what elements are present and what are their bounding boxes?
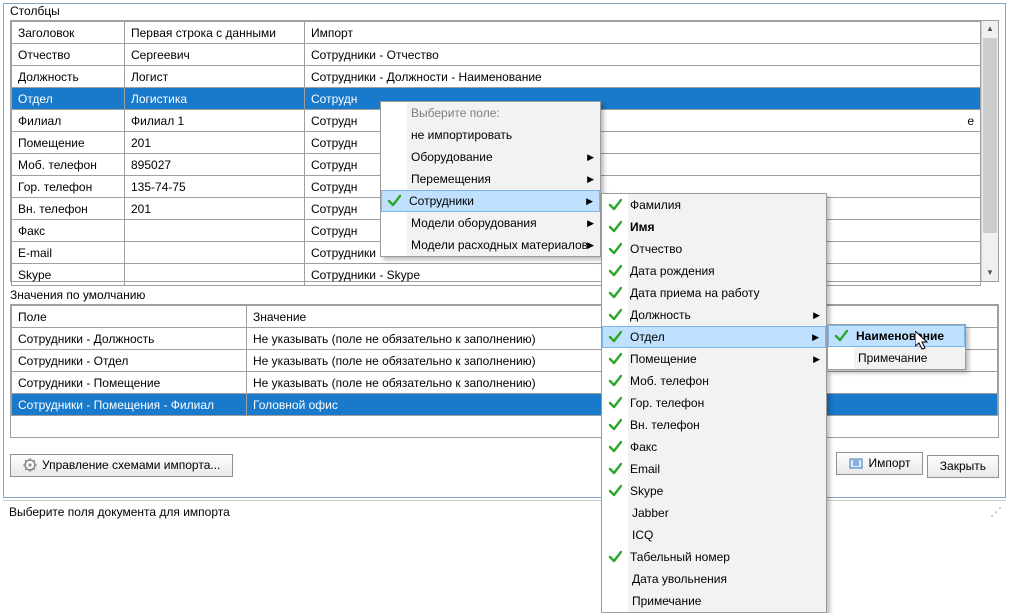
import-icon [849,456,863,470]
button-label: Импорт [868,456,910,470]
submenu-arrow-icon: ▶ [587,218,594,229]
context-menu-level3[interactable]: НаименованиеПримечание [827,324,966,370]
context-menu-title: Выберите поле: [381,102,600,124]
context-menu-item[interactable]: Примечание [602,590,826,612]
context-menu-item[interactable]: не импортировать [381,124,600,146]
submenu-arrow-icon: ▶ [813,354,820,365]
context-menu-item[interactable]: Помещение▶ [602,348,826,370]
check-icon [387,194,401,208]
col-header[interactable]: Импорт [305,22,981,44]
check-icon [608,396,622,410]
import-button[interactable]: Импорт [836,452,923,475]
close-button[interactable]: Закрыть [927,455,999,478]
context-menu-item[interactable]: Оборудование▶ [381,146,600,168]
context-menu-item[interactable]: Дата приема на работу [602,282,826,304]
submenu-arrow-icon: ▶ [813,310,820,321]
manage-schemes-button[interactable]: Управление схемами импорта... [10,454,233,477]
check-icon [608,440,622,454]
table-row[interactable]: Сотрудники - Помещения - ФилиалГоловной … [12,394,998,416]
context-menu-item[interactable]: Модели расходных материалов▶ [381,234,600,256]
check-icon [608,220,622,234]
check-icon [608,374,622,388]
context-menu-item[interactable]: Отчество [602,238,826,260]
check-icon [608,352,622,366]
button-label: Закрыть [940,459,986,473]
submenu-arrow-icon: ▶ [587,174,594,185]
col-header[interactable]: Заголовок [12,22,125,44]
vertical-scrollbar[interactable] [981,21,998,281]
context-menu-item[interactable]: ICQ [602,524,826,546]
context-menu-item[interactable]: Вн. телефон [602,414,826,436]
check-icon [608,462,622,476]
table-row[interactable]: ДолжностьЛогистСотрудники - Должности - … [12,66,981,88]
table-row[interactable]: SkypeСотрудники - Skype [12,264,981,286]
context-menu-item[interactable]: Факс [602,436,826,458]
context-menu-item[interactable]: Имя [602,216,826,238]
table-row[interactable]: Сотрудники - ПомещениеНе указывать (поле… [12,372,998,394]
button-label: Управление схемами импорта... [42,458,220,472]
check-icon [608,264,622,278]
check-icon [834,329,848,343]
context-menu-item[interactable]: Перемещения▶ [381,168,600,190]
check-icon [608,484,622,498]
check-icon [608,308,622,322]
context-menu-item[interactable]: Email [602,458,826,480]
check-icon [608,330,622,344]
context-menu-item[interactable]: Фамилия [602,194,826,216]
check-icon [608,198,622,212]
context-menu-level1[interactable]: Выберите поле:не импортироватьОборудован… [380,101,601,257]
table-row[interactable]: ОтчествоСергеевичСотрудники - Отчество [12,44,981,66]
columns-label: Столбцы [4,4,1005,20]
context-menu-item[interactable]: Примечание [828,347,965,369]
context-menu-item[interactable]: Наименование [828,325,965,347]
gear-icon [23,458,37,472]
context-menu-item[interactable]: Дата рождения [602,260,826,282]
context-menu-item[interactable]: Табельный номер [602,546,826,568]
context-menu-item[interactable]: Skype [602,480,826,502]
check-icon [608,418,622,432]
submenu-arrow-icon: ▶ [587,152,594,163]
context-menu-item[interactable]: Jabber [602,502,826,524]
check-icon [608,550,622,564]
resize-grip-icon[interactable]: ⋰ [990,505,1000,519]
context-menu-item[interactable]: Моб. телефон [602,370,826,392]
context-menu-item[interactable]: Сотрудники▶ [381,190,600,212]
context-menu-level2[interactable]: ФамилияИмяОтчествоДата рожденияДата прие… [601,193,827,613]
context-menu-item[interactable]: Дата увольнения [602,568,826,590]
check-icon [608,286,622,300]
status-text: Выберите поля документа для импорта [9,505,230,519]
submenu-arrow-icon: ▶ [586,196,593,207]
context-menu-item[interactable]: Должность▶ [602,304,826,326]
context-menu-item[interactable]: Модели оборудования▶ [381,212,600,234]
col-header[interactable]: Поле [12,306,247,328]
check-icon [608,242,622,256]
context-menu-item[interactable]: Гор. телефон [602,392,826,414]
context-menu-item[interactable]: Отдел▶ [602,326,826,348]
submenu-arrow-icon: ▶ [587,240,594,251]
col-header[interactable]: Первая строка с данными [125,22,305,44]
defaults-label: Значения по умолчанию [4,288,1005,304]
submenu-arrow-icon: ▶ [812,332,819,343]
